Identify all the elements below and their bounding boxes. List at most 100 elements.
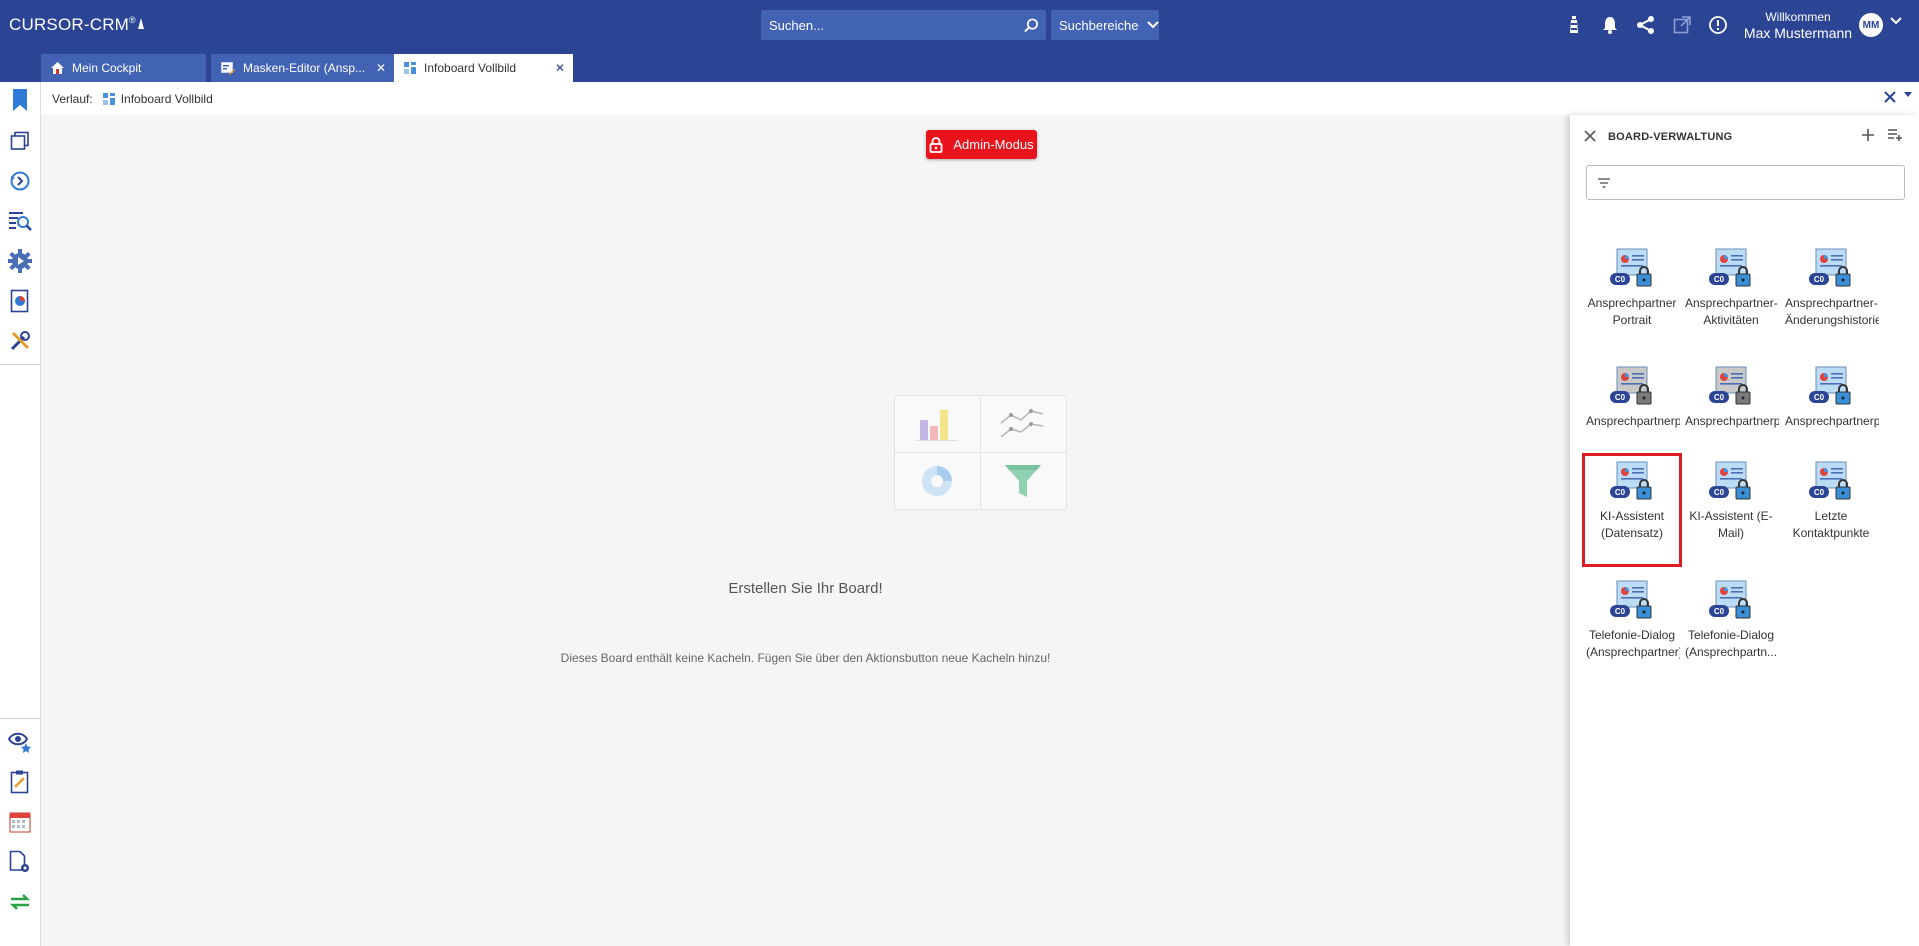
empty-board-text: Dieses Board enthält keine Kacheln. Füge… — [560, 651, 1051, 665]
svg-text:C0: C0 — [1615, 393, 1626, 402]
tile-icon: C0 — [1706, 247, 1756, 291]
tab-bar: Mein Cockpit Masken-Editor (Ansp... ✕ In… — [0, 51, 1919, 82]
infoboard-icon — [102, 92, 115, 105]
tab-label: Infoboard Vollbild — [424, 61, 517, 75]
add-icon[interactable] — [1861, 128, 1875, 142]
welcome-label: Willkommen — [1765, 10, 1831, 24]
tile-label-line1: KI-Assistent — [1599, 509, 1665, 523]
watch-star-icon[interactable] — [8, 730, 32, 754]
tile-icon: C0 — [1806, 365, 1856, 409]
tab-mein-cockpit[interactable]: Mein Cockpit — [41, 54, 206, 82]
board-tile[interactable]: C0 Ansprechpartner Portrait — [1584, 242, 1680, 352]
board-tile[interactable]: C0 Telefonie-Dialog (Ansprechpartner) — [1584, 574, 1680, 684]
tab-masken-editor[interactable]: Masken-Editor (Ansp... ✕ — [211, 54, 394, 82]
search-icon[interactable] — [1016, 10, 1046, 40]
app-logo[interactable]: CURSOR-CRM® — [9, 15, 145, 35]
board-tile[interactable]: C0 KI-Assistent (Datensatz) — [1582, 453, 1682, 567]
svg-text:C0: C0 — [1615, 607, 1626, 616]
tile-label-line1: Ansprechpartnerp — [1685, 414, 1779, 428]
tile-label-line2: Portrait — [1612, 313, 1652, 327]
tile-icon: C0 — [1806, 247, 1856, 291]
windows-icon[interactable] — [8, 129, 32, 153]
bell-icon[interactable] — [1600, 13, 1620, 37]
add-list-icon[interactable] — [1887, 128, 1903, 142]
close-icon[interactable]: ✕ — [555, 61, 565, 75]
svg-text:C0: C0 — [1714, 275, 1725, 284]
close-icon[interactable] — [1584, 130, 1596, 142]
info-icon[interactable] — [1708, 13, 1728, 37]
tab-label: Mein Cockpit — [72, 61, 142, 75]
tile-icon: C0 — [1806, 460, 1856, 504]
tile-icon: C0 — [1706, 460, 1756, 504]
history-icon[interactable] — [8, 169, 32, 193]
tab-infoboard-vollbild[interactable]: Infoboard Vollbild ✕ — [394, 54, 573, 82]
calendar-icon[interactable] — [8, 810, 32, 834]
board-tile[interactable]: C0 Letzte Kontaktpunkte — [1783, 455, 1879, 565]
search-scope-dropdown[interactable]: Suchbereiche — [1051, 10, 1159, 40]
tile-label-line2: Aktivitäten — [1703, 313, 1759, 327]
breadcrumb-prefix: Verlauf: — [52, 91, 93, 106]
chevron-down-icon[interactable] — [1903, 91, 1913, 99]
tile-icon: C0 — [1607, 365, 1657, 409]
tile-label-line1: Ansprechpartner- — [1785, 296, 1878, 310]
board-tile[interactable]: C0 Ansprechpartnerp — [1584, 360, 1680, 470]
notes-icon[interactable] — [8, 770, 32, 794]
close-icon[interactable] — [1883, 90, 1897, 104]
report-icon[interactable] — [8, 289, 32, 313]
top-bar: CURSOR-CRM® Suchen... Suchbereiche Willk… — [0, 0, 1919, 51]
tile-icon: C0 — [1607, 579, 1657, 623]
tile-label-line1: KI-Assistent (E- — [1689, 509, 1773, 523]
tile-label-line2: (Ansprechpartn... — [1685, 645, 1778, 659]
tab-label: Masken-Editor (Ansp... — [243, 61, 366, 75]
breadcrumb-label: Infoboard Vollbild — [120, 91, 213, 106]
external-link-icon[interactable] — [1672, 13, 1692, 37]
tile-label-line1: Telefonie-Dialog — [1687, 628, 1775, 642]
board-tile[interactable]: C0 Ansprechpartnerp — [1783, 360, 1879, 470]
share-icon[interactable] — [1636, 13, 1656, 37]
board-tile[interactable]: C0 Ansprechpartner- Änderungshistorie — [1783, 242, 1879, 352]
tools-icon[interactable] — [8, 329, 32, 353]
user-name: Max Mustermann — [1743, 25, 1853, 41]
tile-icon: C0 — [1706, 579, 1756, 623]
breadcrumb-item[interactable]: Infoboard Vollbild — [102, 91, 213, 106]
chevron-down-icon — [1146, 21, 1159, 29]
mask-editor-icon — [221, 61, 235, 75]
svg-text:C0: C0 — [1814, 393, 1825, 402]
svg-text:C0: C0 — [1714, 607, 1725, 616]
tile-label-line2: (Datensatz) — [1600, 526, 1664, 540]
home-icon — [51, 62, 64, 74]
empty-board-title: Erstellen Sie Ihr Board! — [728, 580, 883, 597]
sidebar-divider — [0, 364, 41, 365]
close-icon[interactable]: ✕ — [376, 61, 386, 75]
tile-label-line1: Letzte — [1814, 509, 1848, 523]
pie-chart-icon — [895, 452, 981, 509]
avatar[interactable]: MM — [1859, 13, 1883, 37]
empty-board-illustration — [894, 395, 1067, 510]
board-tile[interactable]: C0 KI-Assistent (E- Mail) — [1683, 455, 1779, 565]
admin-mode-button[interactable]: Admin-Modus — [926, 130, 1037, 159]
tile-label-line1: Ansprechpartnerp — [1785, 414, 1879, 428]
user-menu-chevron-icon[interactable] — [1889, 16, 1903, 26]
tile-label-line1: Ansprechpartner- — [1685, 296, 1778, 310]
board-tile[interactable]: C0 Ansprechpartner- Aktivitäten — [1683, 242, 1779, 352]
tile-filter[interactable] — [1586, 165, 1905, 200]
sync-icon[interactable] — [8, 890, 32, 914]
tile-label-line1: Ansprechpartner — [1587, 296, 1677, 310]
search-list-icon[interactable] — [8, 209, 32, 233]
lighthouse-icon[interactable] — [1564, 13, 1584, 37]
header-actions — [1564, 13, 1728, 37]
global-search[interactable]: Suchen... — [761, 10, 1046, 40]
board-tile[interactable]: C0 Ansprechpartnerp — [1683, 360, 1779, 470]
svg-text:C0: C0 — [1714, 488, 1725, 497]
board-management-panel: BOARD-VERWALTUNG C0 Ansprechpartner Portra… — [1570, 115, 1919, 946]
board-tile[interactable]: C0 Telefonie-Dialog (Ansprechpartn... — [1683, 574, 1779, 684]
document-settings-icon[interactable] — [8, 850, 32, 874]
search-input[interactable]: Suchen... — [761, 18, 1016, 33]
filter-input[interactable] — [1619, 175, 1904, 190]
sidebar-divider — [0, 718, 41, 719]
filter-icon — [1598, 177, 1610, 188]
tile-label-line1: Ansprechpartnerp — [1586, 414, 1680, 428]
bookmark-icon[interactable] — [8, 88, 32, 112]
gear-play-icon[interactable] — [8, 249, 32, 273]
tile-label-line2: Kontaktpunkte — [1792, 526, 1870, 540]
